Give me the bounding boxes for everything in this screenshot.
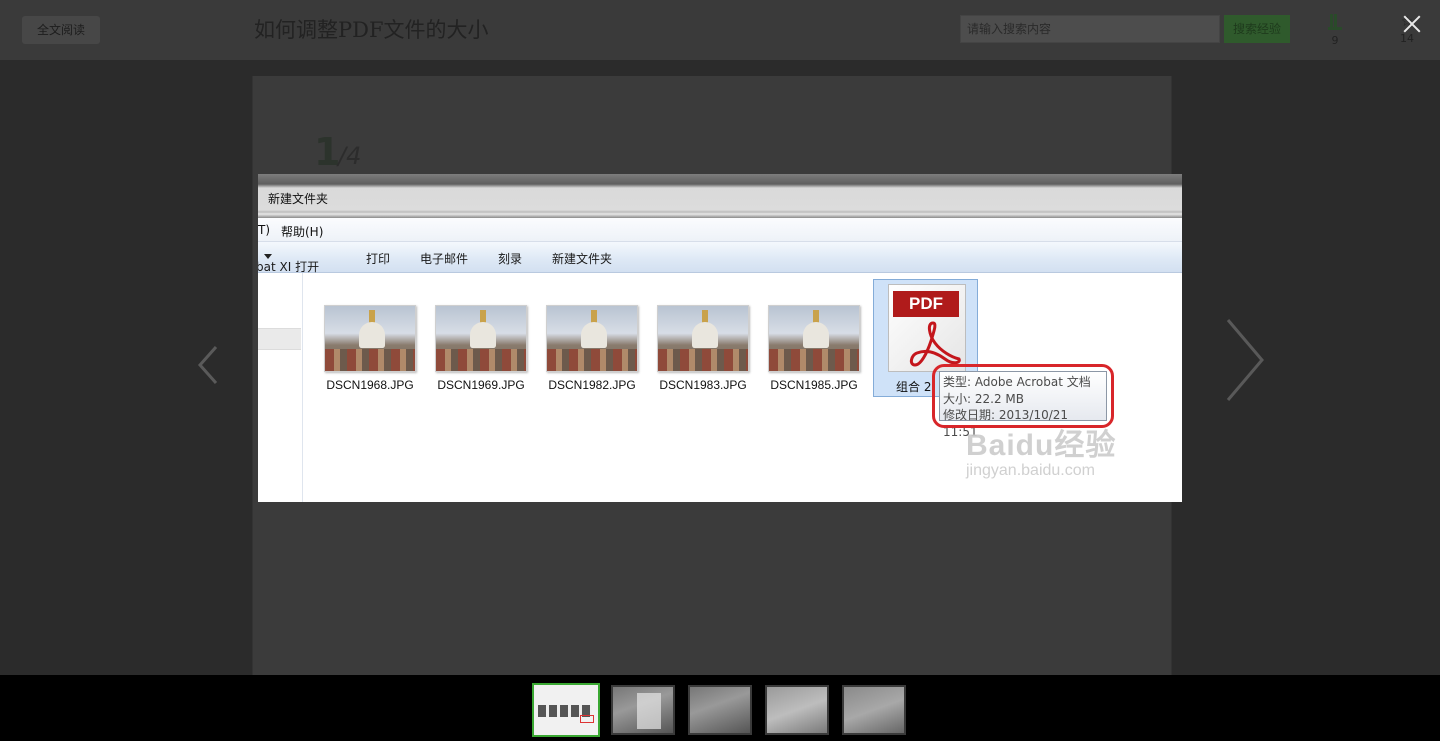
step-thumbnail-2[interactable] xyxy=(611,685,675,735)
pdf-file-icon: PDF xyxy=(888,284,966,372)
step-thumbnail-4[interactable] xyxy=(765,685,829,735)
step-total: /4 xyxy=(338,142,362,170)
file-name: DSCN1983.JPG xyxy=(659,378,747,392)
pdf-badge: PDF xyxy=(893,291,959,317)
navigation-pane xyxy=(258,273,303,502)
page-title: 如何调整PDF文件的大小 xyxy=(254,18,489,42)
file-item[interactable]: DSCN1982.JPG xyxy=(542,305,642,392)
full-read-button[interactable]: 全文阅读 xyxy=(22,16,100,44)
file-name: DSCN1968.JPG xyxy=(326,378,414,392)
burn-button[interactable]: 刻录 xyxy=(498,250,522,267)
file-name: DSCN1985.JPG xyxy=(770,378,858,392)
image-thumbnail xyxy=(435,305,527,372)
image-thumbnail xyxy=(768,305,860,372)
open-with-acrobat-button[interactable]: bat XI 打开 xyxy=(258,250,319,274)
vote-stat[interactable]: 9 xyxy=(1322,14,1348,47)
window-title: 新建文件夹 xyxy=(268,192,329,206)
step-thumbnail-1[interactable] xyxy=(532,683,600,737)
search-button[interactable]: 搜索经验 xyxy=(1224,15,1290,43)
watermark-sub: jingyan.baidu.com xyxy=(966,462,1095,479)
window-title-bar: 新建文件夹 xyxy=(258,174,1182,218)
watermark: Baidu经验 jingyan.baidu.com xyxy=(966,420,1116,480)
email-button[interactable]: 电子邮件 xyxy=(420,250,468,267)
print-button[interactable]: 打印 xyxy=(366,250,390,267)
watermark-main: Baidu经验 xyxy=(966,429,1117,462)
annotation-highlight-ring xyxy=(932,364,1114,428)
command-bar: bat XI 打开 打印 电子邮件 刻录 新建文件夹 xyxy=(258,242,1182,274)
step-screenshot: 新建文件夹 T) 帮助(H) bat XI 打开 打印 电子邮件 刻录 新建文件… xyxy=(258,174,1182,502)
file-name: DSCN1969.JPG xyxy=(437,378,525,392)
new-folder-button[interactable]: 新建文件夹 xyxy=(552,250,612,267)
vote-count: 9 xyxy=(1331,34,1339,47)
file-item[interactable]: DSCN1983.JPG xyxy=(653,305,753,392)
close-icon[interactable] xyxy=(1396,10,1428,42)
step-current: 1 xyxy=(314,130,341,174)
image-thumbnail xyxy=(546,305,638,372)
menu-item-tools[interactable]: T) xyxy=(258,223,270,237)
top-bar: 全文阅读 如何调整PDF文件的大小 请输入搜索内容 搜索经验 9 ☆ 14 xyxy=(0,0,1440,60)
file-item[interactable]: DSCN1985.JPG xyxy=(764,305,864,392)
nav-selected-item[interactable] xyxy=(258,328,301,350)
step-thumbnail-3[interactable] xyxy=(688,685,752,735)
menu-item-help[interactable]: 帮助(H) xyxy=(281,223,323,240)
bar-chart-icon xyxy=(1328,14,1342,30)
next-arrow-icon[interactable] xyxy=(1222,318,1266,402)
image-thumbnail xyxy=(657,305,749,372)
step-thumbnail-5[interactable] xyxy=(842,685,906,735)
file-item[interactable]: DSCN1969.JPG xyxy=(431,305,531,392)
pdf-file-name: 组合 2 xyxy=(896,380,932,394)
menu-bar: T) 帮助(H) xyxy=(258,218,1182,242)
file-name: DSCN1982.JPG xyxy=(548,378,636,392)
previous-arrow-icon[interactable] xyxy=(196,345,220,385)
image-thumbnail xyxy=(324,305,416,372)
thumbnail-strip xyxy=(0,675,1440,741)
file-item[interactable]: DSCN1968.JPG xyxy=(320,305,420,392)
search-input[interactable]: 请输入搜索内容 xyxy=(960,15,1220,43)
